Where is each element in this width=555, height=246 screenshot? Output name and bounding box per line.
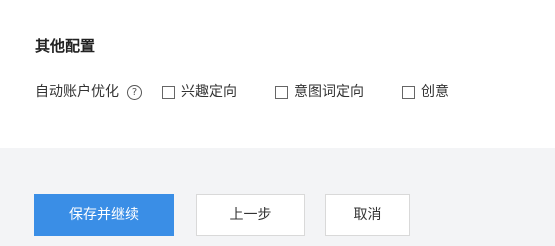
auto-optimize-row: 自动账户优化 ? 兴趣定向 意图词定向 创意 bbox=[35, 81, 449, 103]
question-circle-icon[interactable]: ? bbox=[127, 84, 142, 100]
config-panel: 其他配置 自动账户优化 ? 兴趣定向 意图词定向 创意 bbox=[0, 0, 555, 148]
option-intent-keyword-targeting-label: 意图词定向 bbox=[294, 84, 364, 100]
option-interest-targeting[interactable]: 兴趣定向 bbox=[162, 81, 237, 103]
option-creative[interactable]: 创意 bbox=[402, 81, 449, 103]
previous-step-button[interactable]: 上一步 bbox=[196, 194, 305, 236]
checkbox-creative[interactable] bbox=[402, 85, 415, 99]
section-title: 其他配置 bbox=[35, 37, 96, 55]
save-and-continue-button[interactable]: 保存并继续 bbox=[34, 194, 174, 236]
cancel-button[interactable]: 取消 bbox=[325, 194, 410, 236]
checkbox-interest-targeting[interactable] bbox=[162, 85, 175, 99]
auto-optimize-label: 自动账户优化 bbox=[35, 84, 119, 100]
option-creative-label: 创意 bbox=[421, 84, 449, 100]
option-intent-keyword-targeting[interactable]: 意图词定向 bbox=[275, 81, 364, 103]
option-interest-targeting-label: 兴趣定向 bbox=[181, 84, 237, 100]
checkbox-intent-keyword-targeting[interactable] bbox=[275, 85, 288, 99]
